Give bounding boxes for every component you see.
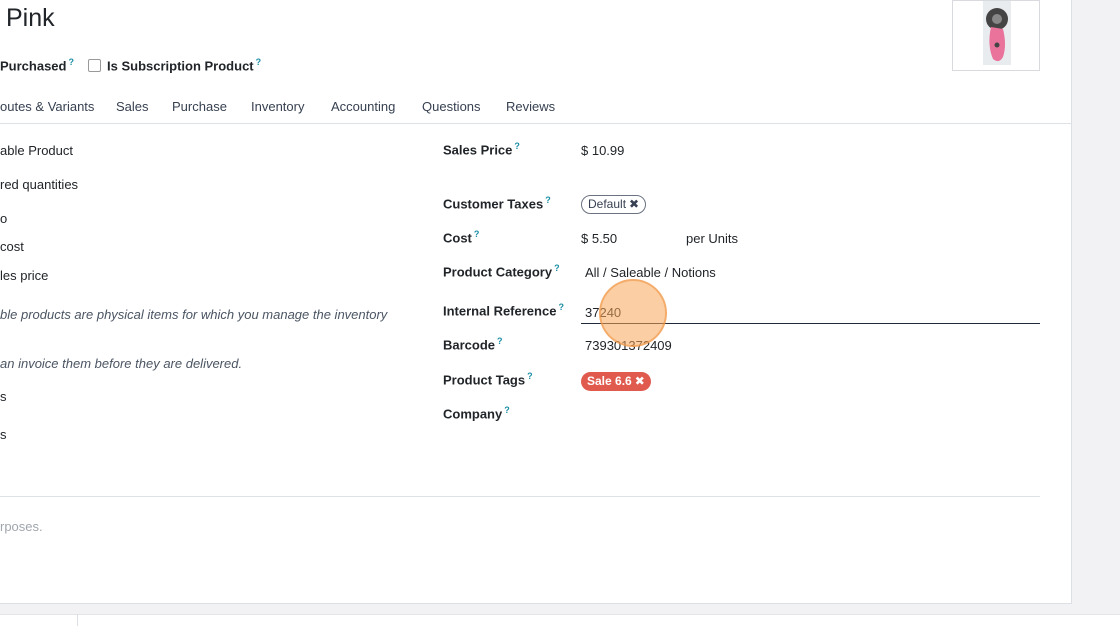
product-category-label: Product Category? [443,263,560,279]
tax-badge-label: Default [588,197,627,211]
sales-price-label: Sales Price? [443,141,520,157]
left-field-3: o [0,211,8,226]
product-image[interactable] [952,0,1040,71]
help-icon[interactable]: ? [545,195,551,205]
tab-attributes-variants[interactable]: outes & Variants [0,99,94,114]
left-field-5: les price [0,268,49,283]
help-icon[interactable]: ? [497,336,503,346]
can-be-purchased-text: Purchased [0,58,67,74]
tag-badge-sale[interactable]: Sale 6.6 ✖ [581,372,651,391]
section-divider [0,496,1040,497]
left-field-9: s [0,427,7,442]
help-icon[interactable]: ? [554,263,560,273]
subscription-text: Is Subscription Product [107,58,254,74]
internal-reference-input[interactable] [581,302,1040,324]
invoice-note: an invoice them before they are delivere… [0,356,243,371]
customer-taxes-label: Customer Taxes? [443,195,551,211]
internal-reference-label: Internal Reference? [443,302,564,318]
help-icon[interactable]: ? [527,371,533,381]
cost-label-text: Cost [443,230,472,246]
left-field-4: cost [0,239,24,254]
barcode-label-text: Barcode [443,337,496,353]
subscription-label: Is Subscription Product? [107,57,261,73]
tax-badge-default[interactable]: Default ✖ [581,195,647,214]
tag-badge-label: Sale 6.6 [587,374,632,388]
help-icon[interactable]: ? [474,229,480,239]
help-icon[interactable]: ? [504,405,510,415]
barcode-value[interactable]: 739301372409 [585,338,672,353]
subscription-checkbox[interactable] [88,59,101,72]
rotary-cutter-image [983,1,1011,65]
remove-icon[interactable]: ✖ [635,374,645,388]
company-label-text: Company [443,406,503,422]
barcode-label: Barcode? [443,336,503,352]
tab-questions[interactable]: Questions [422,99,481,114]
footer-note: rposes. [0,519,43,534]
remove-icon[interactable]: ✖ [629,197,639,211]
can-be-purchased-label: Purchased? [0,57,74,73]
bottom-divider [77,614,78,626]
help-icon[interactable]: ? [256,57,262,67]
bottom-panel [0,614,1120,626]
tab-purchase[interactable]: Purchase [172,99,227,114]
tab-accounting[interactable]: Accounting [331,99,395,114]
sales-price-value[interactable]: $ 10.99 [581,143,624,158]
cost-value[interactable]: $ 5.50 [581,231,617,246]
product-tags-label: Product Tags? [443,371,533,387]
product-title[interactable]: Pink [6,4,55,33]
company-label: Company? [443,405,510,421]
invoicing-policy-value[interactable]: red quantities [0,177,78,192]
cost-unit: per Units [686,231,739,246]
tab-inventory[interactable]: Inventory [251,99,304,114]
product-type-value[interactable]: able Product [0,143,73,158]
sales-price-label-text: Sales Price [443,142,513,158]
product-tags-label-text: Product Tags [443,372,526,388]
product-category-label-text: Product Category [443,264,553,280]
help-icon[interactable]: ? [558,302,564,312]
internal-reference-label-text: Internal Reference [443,303,557,319]
left-field-8: s [0,389,7,404]
notebook-tabs: outes & Variants Sales Purchase Inventor… [0,96,1072,124]
customer-taxes-label-text: Customer Taxes [443,196,544,212]
tab-reviews[interactable]: Reviews [506,99,555,114]
tab-sales[interactable]: Sales [116,99,149,114]
product-type-note: ble products are physical items for whic… [0,307,388,322]
cost-label: Cost? [443,229,479,245]
help-icon[interactable]: ? [514,141,520,151]
product-category-value[interactable]: All / Saleable / Notions [585,265,716,280]
help-icon[interactable]: ? [68,57,74,67]
